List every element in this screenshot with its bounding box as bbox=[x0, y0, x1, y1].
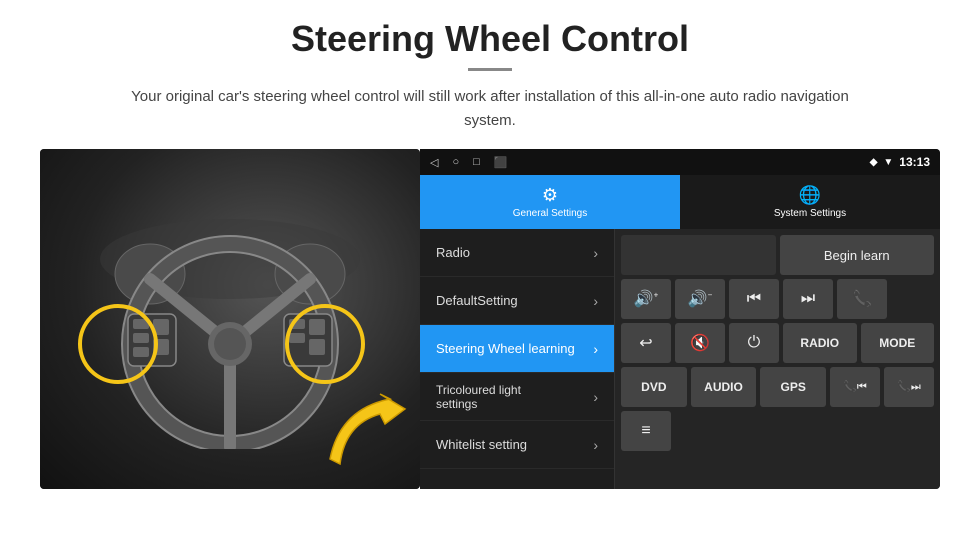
general-settings-icon: ⚙ bbox=[542, 185, 558, 206]
system-settings-icon: 🌐 bbox=[799, 185, 821, 206]
power-icon: ⏻ bbox=[748, 334, 761, 352]
menu-radio-label: Radio bbox=[436, 245, 470, 260]
phone-prev-button[interactable]: 📞⏮ bbox=[830, 367, 880, 407]
back-call-button[interactable]: ↩ bbox=[621, 323, 671, 363]
dvd-button[interactable]: DVD bbox=[621, 367, 687, 407]
highlight-circle-left bbox=[78, 304, 158, 384]
next-track-icon: ⏭ bbox=[801, 290, 815, 308]
mode-label: MODE bbox=[879, 336, 915, 350]
home-icon[interactable]: ○ bbox=[452, 156, 459, 168]
phone-icon: 📞 bbox=[852, 289, 872, 309]
vol-up-button[interactable]: 🔊+ bbox=[621, 279, 671, 319]
ctrl-empty-box bbox=[621, 235, 776, 275]
tab-bar: ⚙ General Settings 🌐 System Settings bbox=[420, 175, 940, 229]
page-container: Steering Wheel Control Your original car… bbox=[0, 0, 980, 549]
prev-track-button[interactable]: ⏮ bbox=[729, 279, 779, 319]
phone-button[interactable]: 📞 bbox=[837, 279, 887, 319]
menu-steering-chevron: › bbox=[593, 341, 598, 357]
menu-default-label: DefaultSetting bbox=[436, 293, 518, 308]
audio-button[interactable]: AUDIO bbox=[691, 367, 757, 407]
content-row: ◁ ○ □ ⬛ ◆ ▼ 13:13 ⚙ General Settings bbox=[40, 149, 940, 489]
menu-tricoloured-chevron: › bbox=[593, 389, 598, 405]
ctrl-row-2: 🔊+ 🔊− ⏮ ⏭ 📞 bbox=[621, 279, 934, 319]
main-area: Radio › DefaultSetting › Steering Wheel … bbox=[420, 229, 940, 489]
radio-label: RADIO bbox=[800, 336, 839, 350]
control-panel: Begin learn 🔊+ 🔊− ⏮ bbox=[615, 229, 940, 489]
status-right: ◆ ▼ 13:13 bbox=[870, 155, 930, 169]
menu-radio-chevron: › bbox=[593, 245, 598, 261]
mute-button[interactable]: 🔇 bbox=[675, 323, 725, 363]
recents-icon[interactable]: □ bbox=[473, 156, 480, 168]
begin-learn-button[interactable]: Begin learn bbox=[780, 235, 935, 275]
screenshot-icon[interactable]: ⬛ bbox=[494, 156, 508, 169]
clock: 13:13 bbox=[899, 155, 930, 169]
tab-general-label: General Settings bbox=[513, 208, 588, 219]
highlight-circle-right bbox=[285, 304, 365, 384]
tab-system[interactable]: 🌐 System Settings bbox=[680, 175, 940, 229]
tab-system-label: System Settings bbox=[774, 208, 846, 219]
gps-button[interactable]: GPS bbox=[760, 367, 826, 407]
gps-label: GPS bbox=[781, 380, 806, 394]
menu-radio[interactable]: Radio › bbox=[420, 229, 614, 277]
next-track-button[interactable]: ⏭ bbox=[783, 279, 833, 319]
mute-icon: 🔇 bbox=[690, 333, 710, 353]
dvd-label: DVD bbox=[641, 380, 666, 394]
vol-down-button[interactable]: 🔊− bbox=[675, 279, 725, 319]
tab-general[interactable]: ⚙ General Settings bbox=[420, 175, 680, 229]
page-title: Steering Wheel Control bbox=[291, 18, 689, 60]
status-bar: ◁ ○ □ ⬛ ◆ ▼ 13:13 bbox=[420, 149, 940, 175]
mode-button[interactable]: MODE bbox=[861, 323, 935, 363]
status-nav-icons: ◁ ○ □ ⬛ bbox=[430, 156, 507, 169]
signal-icon: ▼ bbox=[883, 157, 893, 168]
phone-next-icon: 📞⏭ bbox=[897, 380, 921, 394]
ctrl-row-3: ↩ 🔇 ⏻ RADIO MODE bbox=[621, 323, 934, 363]
power-button[interactable]: ⏻ bbox=[729, 323, 779, 363]
phone-next-button[interactable]: 📞⏭ bbox=[884, 367, 934, 407]
menu-steering-label: Steering Wheel learning bbox=[436, 341, 575, 356]
audio-label: AUDIO bbox=[704, 380, 743, 394]
car-bg bbox=[40, 149, 420, 489]
title-divider bbox=[468, 68, 512, 71]
car-image bbox=[40, 149, 420, 489]
android-panel: ◁ ○ □ ⬛ ◆ ▼ 13:13 ⚙ General Settings bbox=[420, 149, 940, 489]
ctrl-row-5: ≡ bbox=[621, 411, 934, 451]
menu-tricoloured[interactable]: Tricoloured lightsettings › bbox=[420, 373, 614, 421]
arrow-svg bbox=[320, 389, 410, 469]
phone-prev-icon: 📞⏮ bbox=[843, 380, 867, 394]
menu-whitelist-chevron: › bbox=[593, 437, 598, 453]
back-icon[interactable]: ◁ bbox=[430, 156, 438, 169]
menu-default-chevron: › bbox=[593, 293, 598, 309]
menu-list: Radio › DefaultSetting › Steering Wheel … bbox=[420, 229, 615, 489]
vol-up-icon: 🔊+ bbox=[634, 289, 659, 309]
menu-whitelist[interactable]: Whitelist setting › bbox=[420, 421, 614, 469]
back-call-icon: ↩ bbox=[639, 333, 652, 353]
radio-button[interactable]: RADIO bbox=[783, 323, 857, 363]
vol-down-icon: 🔊− bbox=[688, 289, 713, 309]
prev-track-icon: ⏮ bbox=[747, 290, 761, 308]
menu-steering[interactable]: Steering Wheel learning › bbox=[420, 325, 614, 373]
menu-tricoloured-label: Tricoloured lightsettings bbox=[436, 383, 521, 411]
page-subtitle: Your original car's steering wheel contr… bbox=[130, 85, 850, 133]
ctrl-row-4: DVD AUDIO GPS 📞⏮ 📞⏭ bbox=[621, 367, 934, 407]
gps-icon: ◆ bbox=[870, 157, 878, 168]
list-button[interactable]: ≡ bbox=[621, 411, 671, 451]
menu-whitelist-label: Whitelist setting bbox=[436, 437, 527, 452]
ctrl-row-1: Begin learn bbox=[621, 235, 934, 275]
list-icon: ≡ bbox=[641, 422, 650, 440]
menu-default[interactable]: DefaultSetting › bbox=[420, 277, 614, 325]
